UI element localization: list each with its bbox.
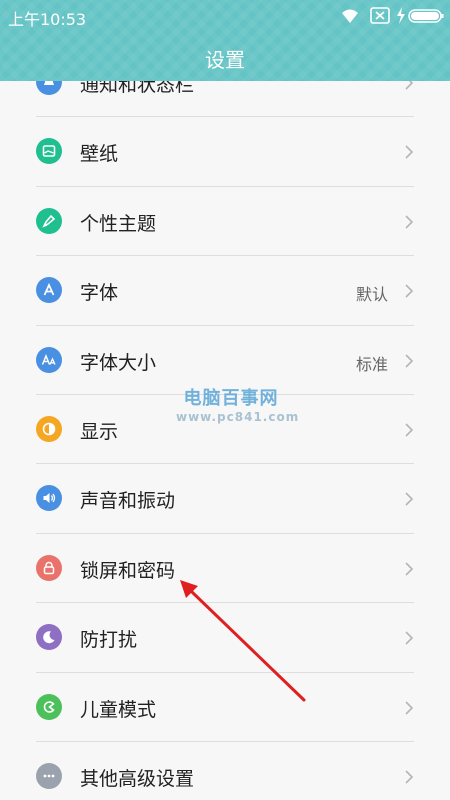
display-icon bbox=[36, 415, 62, 442]
page-title: 设置 bbox=[205, 48, 245, 72]
more-icon bbox=[36, 762, 62, 789]
sim-icon bbox=[370, 7, 390, 24]
moon-icon bbox=[36, 624, 62, 651]
chevron-right-icon bbox=[405, 770, 414, 784]
wallpaper-icon bbox=[36, 138, 62, 165]
setting-label: 防打扰 bbox=[80, 629, 138, 652]
font-size-icon bbox=[36, 346, 62, 373]
setting-row-lock-screen[interactable]: 锁屏和密码 bbox=[0, 534, 450, 604]
chevron-right-icon bbox=[405, 145, 414, 159]
battery-icon bbox=[408, 9, 444, 23]
chevron-right-icon bbox=[405, 284, 414, 298]
setting-row-kids-mode[interactable]: 儿童模式 bbox=[0, 673, 450, 742]
chevron-right-icon bbox=[405, 492, 414, 506]
watermark-title: 电脑百事网 bbox=[183, 388, 279, 409]
setting-label: 显示 bbox=[80, 420, 119, 443]
status-bar: 上午10:53 bbox=[0, 0, 450, 32]
setting-label: 声音和振动 bbox=[80, 490, 176, 513]
setting-row-theme[interactable]: 个性主题 bbox=[0, 187, 450, 257]
font-icon bbox=[36, 277, 62, 304]
theme-brush-icon bbox=[36, 207, 62, 234]
settings-list: 通知和状态栏 壁纸 个性主题 字体 默认 字体大小 标准 显示 声音和振动 锁屏… bbox=[0, 48, 450, 800]
setting-value: 默认 bbox=[355, 285, 388, 305]
setting-label: 壁纸 bbox=[80, 143, 119, 166]
chevron-right-icon bbox=[405, 700, 414, 715]
watermark-url: www.pc841.com bbox=[176, 410, 300, 424]
setting-row-advanced[interactable]: 其他高级设置 bbox=[0, 742, 450, 800]
setting-row-sound[interactable]: 声音和振动 bbox=[0, 464, 450, 534]
setting-label: 儿童模式 bbox=[80, 698, 157, 721]
kids-mode-icon bbox=[36, 693, 62, 720]
setting-label: 字体大小 bbox=[80, 351, 157, 374]
bolt-icon bbox=[397, 7, 405, 24]
watermark: 电脑百事网 www.pc841.com bbox=[176, 384, 300, 424]
status-time: 上午10:53 bbox=[8, 10, 87, 29]
setting-label: 其他高级设置 bbox=[80, 767, 195, 790]
setting-label: 字体 bbox=[80, 282, 119, 305]
speaker-icon bbox=[36, 485, 62, 512]
lock-icon bbox=[36, 554, 62, 581]
setting-row-do-not-disturb[interactable]: 防打扰 bbox=[0, 603, 450, 673]
setting-row-wallpaper[interactable]: 壁纸 bbox=[0, 117, 450, 187]
chevron-right-icon bbox=[405, 215, 414, 229]
setting-label: 个性主题 bbox=[80, 212, 157, 235]
wifi-icon bbox=[342, 9, 358, 23]
setting-value: 标准 bbox=[355, 354, 388, 374]
chevron-right-icon bbox=[405, 353, 414, 368]
chevron-right-icon bbox=[405, 562, 414, 576]
app-header: 上午10:53 设置 bbox=[0, 0, 450, 81]
setting-label: 锁屏和密码 bbox=[80, 559, 176, 582]
setting-row-font[interactable]: 字体 默认 bbox=[0, 256, 450, 326]
chevron-right-icon bbox=[405, 631, 414, 645]
chevron-right-icon bbox=[405, 423, 414, 437]
